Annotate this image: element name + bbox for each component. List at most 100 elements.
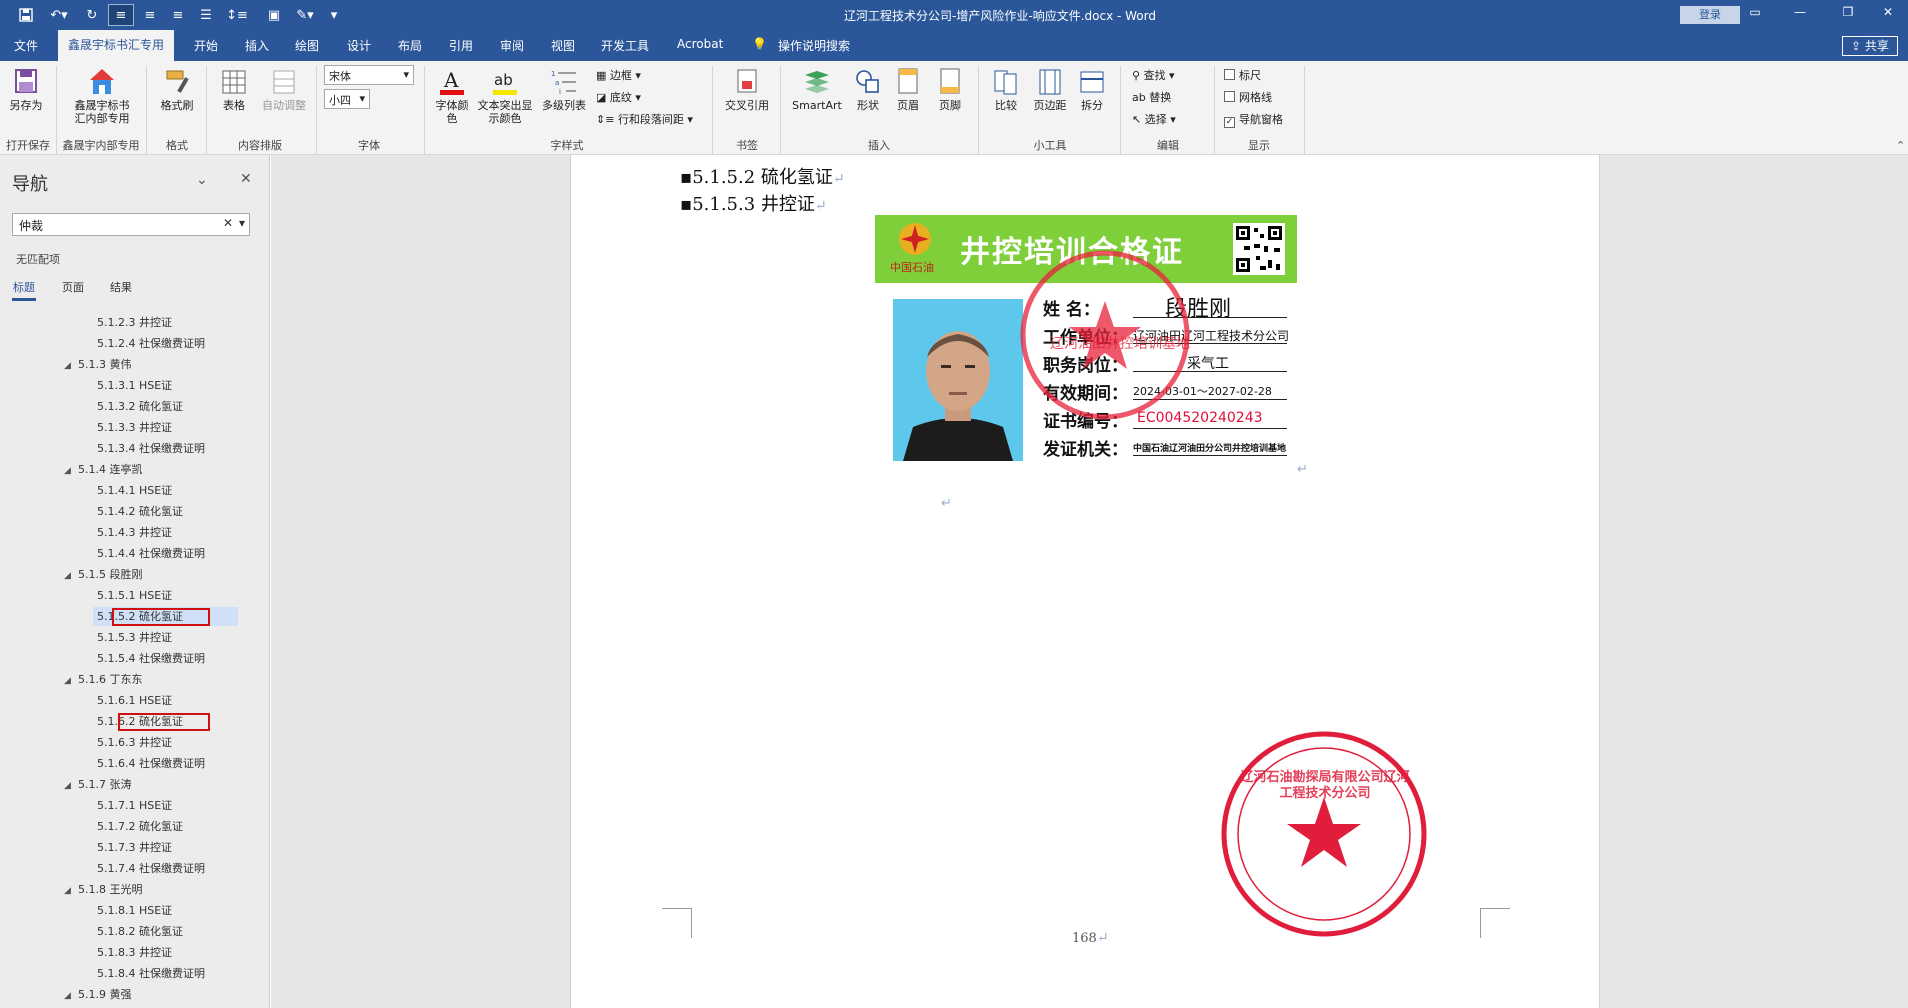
footer-button[interactable]: 页脚 — [930, 67, 970, 112]
nav-heading-level3[interactable]: 5.1.4.3 井控证 — [97, 524, 172, 541]
nav-heading-level3[interactable]: 5.1.6.3 井控证 — [97, 734, 172, 751]
nav-heading-level3[interactable]: 5.1.7.3 井控证 — [97, 839, 172, 856]
tab-developer[interactable]: 开发工具 — [601, 37, 649, 54]
nav-heading-level3[interactable]: 5.1.6.4 社保缴费证明 — [97, 755, 205, 772]
nav-heading-level3[interactable]: 5.1.7.1 HSE证 — [97, 797, 172, 814]
ribbon-display-options-icon[interactable]: ▭ — [1735, 5, 1775, 25]
redo-icon[interactable]: ↻ — [80, 4, 104, 26]
nav-heading-level3[interactable]: 5.1.7.2 硫化氢证 — [97, 818, 183, 835]
close-button[interactable]: ✕ — [1868, 5, 1908, 25]
nav-heading-level3[interactable]: 5.1.8.4 社保缴费证明 — [97, 965, 205, 982]
nav-options-chevron-icon[interactable]: ⌄ — [196, 172, 208, 188]
line-spacing-icon[interactable]: ↕≡ — [222, 4, 252, 26]
align-center-icon[interactable]: ≡ — [138, 4, 162, 26]
save-as-qat-icon[interactable]: ▣ — [262, 4, 286, 26]
nav-heading-level3[interactable]: 5.1.3.3 井控证 — [97, 419, 172, 436]
tab-file[interactable]: 文件 — [14, 37, 38, 54]
compare-button[interactable]: 比较 — [986, 67, 1026, 112]
collapse-triangle-icon[interactable]: ◢ — [64, 673, 78, 690]
align-left-icon[interactable]: ≡ — [108, 4, 134, 26]
share-button[interactable]: ⇪ 共享 — [1842, 36, 1898, 56]
nav-pane-checkbox[interactable]: ✓ 导航窗格 — [1224, 111, 1283, 128]
highlight-button[interactable]: ab 文本突出显 示颜色 — [474, 67, 536, 125]
nav-heading-level3[interactable]: 5.1.3.4 社保缴费证明 — [97, 440, 205, 457]
shading-button[interactable]: ◪ 底纹 ▾ — [596, 89, 641, 105]
nav-heading-level3[interactable]: 5.1.8.1 HSE证 — [97, 902, 172, 919]
tab-draw[interactable]: 绘图 — [295, 37, 319, 54]
collapse-ribbon-icon[interactable]: ⌃ — [1896, 139, 1905, 152]
replace-button[interactable]: ab 替换 — [1132, 89, 1171, 105]
shapes-button[interactable]: 形状 — [850, 67, 886, 112]
nav-heading-level2[interactable]: ◢ 5.1.7 张涛 — [64, 776, 132, 793]
nav-heading-level3[interactable]: 5.1.2.4 社保缴费证明 — [97, 335, 205, 352]
table-button[interactable]: 表格 — [214, 67, 254, 112]
nav-tab-results[interactable]: 结果 — [110, 279, 132, 295]
split-button[interactable]: 拆分 — [1074, 67, 1110, 112]
tab-layout[interactable]: 布局 — [398, 37, 422, 54]
nav-search-input[interactable]: 仲裁 ✕ ▾ — [12, 213, 250, 236]
tab-home[interactable]: 开始 — [194, 37, 218, 54]
nav-heading-level3[interactable]: 5.1.8.3 井控证 — [97, 944, 172, 961]
tab-insert[interactable]: 插入 — [245, 37, 269, 54]
undo-icon[interactable]: ↶▾ — [44, 4, 74, 26]
font-color-button[interactable]: A 字体颜 色 — [430, 67, 474, 125]
nav-heading-level3[interactable]: 5.1.4.2 硫化氢证 — [97, 503, 183, 520]
nav-heading-level3[interactable]: 5.1.4.4 社保缴费证明 — [97, 545, 205, 562]
minimize-button[interactable]: — — [1780, 5, 1820, 25]
nav-heading-level3[interactable]: 5.1.2.3 井控证 — [97, 314, 172, 331]
line-spacing-button[interactable]: ⇕≡ 行和段落间距 ▾ — [596, 111, 693, 127]
collapse-triangle-icon[interactable]: ◢ — [64, 988, 78, 1005]
margins-button[interactable]: 页边距 — [1028, 67, 1072, 112]
doc-heading-5-1-5-3[interactable]: ▪5.1.5.3 井控证↵ — [680, 190, 827, 216]
multilevel-list-button[interactable]: 1ai 多级列表 — [538, 67, 590, 112]
nav-heading-level2[interactable]: ◢ 5.1.9 黄强 — [64, 986, 132, 1003]
nav-tab-headings[interactable]: 标题 — [13, 279, 35, 295]
well-control-certificate-image[interactable]: 中国石油 井控培训合格证 姓 名： 段胜刚 工作单位： — [875, 215, 1297, 480]
auto-adjust-button[interactable]: 自动调整 — [256, 67, 312, 112]
nav-heading-level3[interactable]: 5.1.5.3 井控证 — [97, 629, 172, 646]
border-button[interactable]: ▦ 边框 ▾ — [596, 67, 641, 83]
nav-heading-level3[interactable]: 5.1.8.2 硫化氢证 — [97, 923, 183, 940]
tab-xsy[interactable]: 鑫晟宇标书汇专用 — [58, 30, 175, 61]
login-button[interactable]: 登录 — [1680, 6, 1740, 24]
nav-heading-level3[interactable]: 5.1.5.1 HSE证 — [97, 587, 172, 604]
nav-heading-level2[interactable]: ◢ 5.1.4 连亭凯 — [64, 461, 143, 478]
nav-heading-level3[interactable]: 5.1.4.1 HSE证 — [97, 482, 172, 499]
tab-view[interactable]: 视图 — [551, 37, 575, 54]
nav-heading-level3[interactable]: 5.1.3.1 HSE证 — [97, 377, 172, 394]
nav-heading-level2[interactable]: ◢ 5.1.3 黄伟 — [64, 356, 132, 373]
justify-icon[interactable]: ☰ — [194, 4, 218, 26]
xsy-button[interactable]: 鑫晟宇标书 汇内部专用 — [62, 67, 142, 125]
font-name-combo[interactable]: 宋体 ▾ — [324, 65, 414, 85]
tab-references[interactable]: 引用 — [449, 37, 473, 54]
align-right-icon[interactable]: ≡ — [166, 4, 190, 26]
doc-heading-5-1-5-2[interactable]: ▪5.1.5.2 硫化氢证↵ — [680, 163, 845, 189]
collapse-triangle-icon[interactable]: ◢ — [64, 463, 78, 480]
collapse-triangle-icon[interactable]: ◢ — [64, 883, 78, 900]
gridlines-checkbox[interactable]: 网格线 — [1224, 89, 1272, 105]
nav-heading-level2[interactable]: ◢ 5.1.6 丁东东 — [64, 671, 143, 688]
tab-acrobat[interactable]: Acrobat — [677, 37, 723, 51]
font-size-combo[interactable]: 小四 ▾ — [324, 89, 370, 109]
save-as-button[interactable]: 另存为 — [6, 67, 46, 112]
tab-design[interactable]: 设计 — [347, 37, 371, 54]
collapse-triangle-icon[interactable]: ◢ — [64, 568, 78, 585]
header-button[interactable]: 页眉 — [888, 67, 928, 112]
find-button[interactable]: ⚲ 查找 ▾ — [1132, 67, 1175, 83]
collapse-triangle-icon[interactable]: ◢ — [64, 778, 78, 795]
cross-reference-button[interactable]: 交叉引用 — [720, 67, 774, 112]
ruler-checkbox[interactable]: 标尺 — [1224, 67, 1261, 83]
save-icon[interactable] — [14, 4, 38, 26]
select-button[interactable]: ↖ 选择 ▾ — [1132, 111, 1176, 127]
clear-search-icon[interactable]: ✕ — [223, 216, 233, 230]
format-painter-button[interactable]: 格式刷 — [154, 67, 200, 112]
nav-heading-level3[interactable]: 5.1.3.2 硫化氢证 — [97, 398, 183, 415]
tell-me-search[interactable]: 操作说明搜索 — [778, 37, 850, 54]
nav-heading-level3[interactable]: 5.1.6.1 HSE证 — [97, 692, 172, 709]
nav-heading-level3[interactable]: 5.1.5.4 社保缴费证明 — [97, 650, 205, 667]
smartart-button[interactable]: SmartArt — [786, 67, 848, 112]
format-painter-qat-icon[interactable]: ✎▾ — [292, 4, 318, 26]
close-icon[interactable]: ✕ — [240, 171, 252, 187]
nav-heading-level2[interactable]: ◢ 5.1.8 王光明 — [64, 881, 143, 898]
collapse-triangle-icon[interactable]: ◢ — [64, 358, 78, 375]
